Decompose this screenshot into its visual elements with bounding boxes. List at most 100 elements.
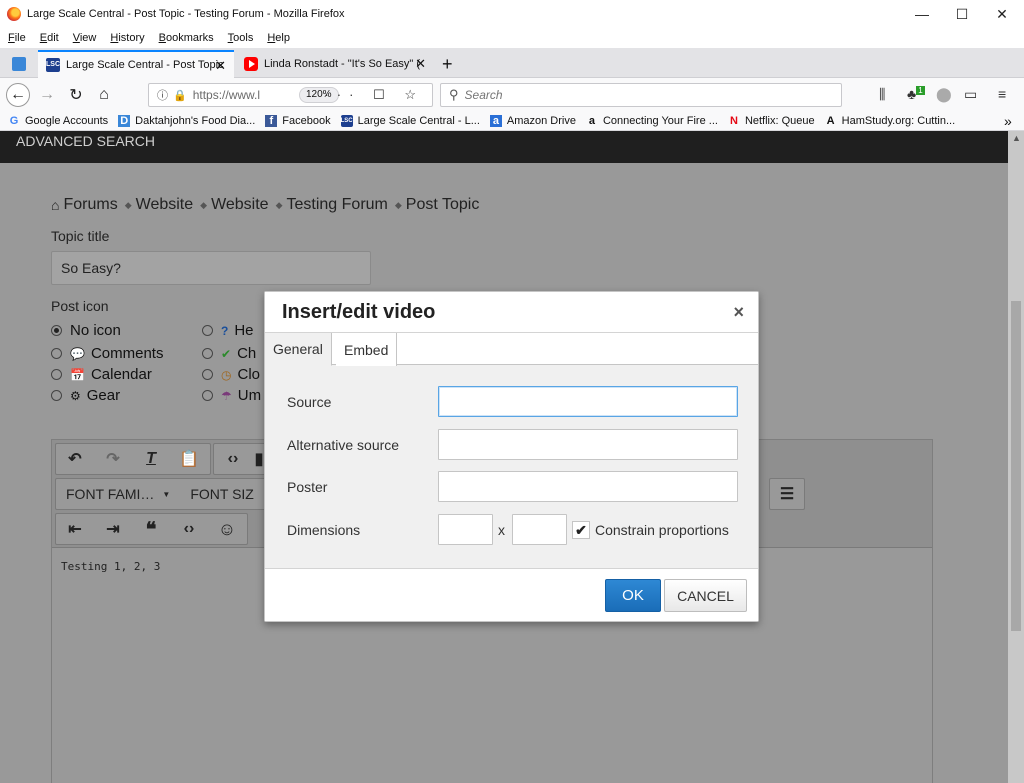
poster-input[interactable] <box>438 471 738 502</box>
menu-bookmarks[interactable]: Bookmarks <box>159 32 214 44</box>
topic-title-input[interactable]: So Easy? <box>51 251 371 285</box>
bookmark-hamstudy[interactable]: A HamStudy.org: Cuttin... <box>825 115 956 127</box>
font-size-select[interactable]: FONT SIZ <box>180 479 264 509</box>
close-tab-icon[interactable]: ✕ <box>415 56 426 72</box>
indent-icon[interactable]: ⇥ <box>94 514 132 544</box>
adblock-icon[interactable]: ⬤ <box>936 86 952 103</box>
bookmark-amazon-drive[interactable]: a Amazon Drive <box>489 115 576 127</box>
emoticon-icon[interactable]: ☺ <box>208 514 246 544</box>
menu-history[interactable]: History <box>110 32 144 44</box>
toolbar-group-history: ↶ ↷ T 📋 <box>55 443 211 475</box>
bookmarks-overflow-icon[interactable]: » <box>1004 113 1012 129</box>
forward-button[interactable]: → <box>35 83 59 107</box>
radio-check[interactable]: ✔ Ch <box>202 345 256 362</box>
radio-label: No icon <box>70 322 121 339</box>
bookmark-label: Large Scale Central - L... <box>357 115 480 127</box>
tab-linda-ronstadt[interactable]: Linda Ronstadt - "It's So Easy" ( ✕ <box>236 50 434 78</box>
home-icon[interactable]: ⌂ <box>92 83 116 107</box>
tab-embed[interactable]: Embed <box>336 333 398 366</box>
alternative-source-input[interactable] <box>438 429 738 460</box>
radio-help[interactable]: ? He <box>202 322 254 339</box>
hamburger-menu-icon[interactable]: ≡ <box>998 86 1006 102</box>
calendar-icon: 📅 <box>70 367 85 382</box>
dimensions-label: Dimensions <box>287 522 361 538</box>
clock-icon: ◷ <box>221 367 232 382</box>
paste-icon[interactable]: 📋 <box>170 444 208 474</box>
bookmark-large-scale-central[interactable]: LSC Large Scale Central - L... <box>340 115 480 127</box>
radio-dot <box>202 390 213 401</box>
menu-view[interactable]: View <box>73 32 97 44</box>
alternative-source-label: Alternative source <box>287 437 400 453</box>
source-code-icon[interactable]: ‹› <box>214 444 252 474</box>
radio-umbrella[interactable]: ☂ Um <box>202 387 261 404</box>
radio-calendar[interactable]: 📅 Calendar <box>51 366 152 383</box>
redo-icon[interactable]: ↷ <box>94 444 132 474</box>
reader-view-icon[interactable]: ▭ <box>964 86 977 103</box>
extension-badge: 1 <box>916 86 925 96</box>
new-tab-button[interactable]: + <box>436 50 466 78</box>
dimension-separator: x <box>498 522 505 538</box>
bookmark-daktahjohn[interactable]: D Daktahjohn's Food Dia... <box>118 115 255 127</box>
dialog-close-icon[interactable]: × <box>733 302 744 323</box>
breadcrumb-testing-forum[interactable]: Testing Forum <box>287 196 388 214</box>
breadcrumb-website[interactable]: Website <box>136 196 194 214</box>
close-window-button[interactable]: ✕ <box>982 0 1022 28</box>
advanced-search-link[interactable]: ADVANCED SEARCH <box>16 133 155 149</box>
maximize-button[interactable]: ☐ <box>942 0 982 28</box>
url-bar[interactable]: ⓘ 🔒 https://www.l 120% ··· ☐ ☆ <box>148 83 433 107</box>
info-icon[interactable]: ⓘ <box>157 87 168 103</box>
bookmark-netflix[interactable]: N Netflix: Queue <box>728 115 815 127</box>
extension-icon[interactable]: ♣ 1 <box>907 86 925 102</box>
constrain-proportions-checkbox[interactable]: ✔ <box>572 521 590 539</box>
font-family-select[interactable]: FONT FAMI… ▼ <box>56 479 180 509</box>
poster-label: Poster <box>287 479 328 495</box>
clear-formatting-icon[interactable]: T <box>132 444 170 474</box>
breadcrumb-website-2[interactable]: Website <box>211 196 269 214</box>
tab-large-scale-central[interactable]: LSC Large Scale Central - Post Topic ✕ <box>38 50 234 78</box>
minimize-button[interactable]: — <box>902 0 942 28</box>
undo-icon[interactable]: ↶ <box>56 444 94 474</box>
breadcrumb-separator-icon: ◆ <box>200 199 208 210</box>
pinned-tab[interactable] <box>8 50 34 78</box>
navigation-toolbar: ← → ↻ ⌂ ⓘ 🔒 https://www.l 120% ··· ☐ ☆ ⚲… <box>0 78 1024 112</box>
radio-dot <box>51 348 62 359</box>
radio-no-icon[interactable]: No icon <box>51 322 121 339</box>
menu-tools[interactable]: Tools <box>228 32 254 44</box>
reload-icon[interactable]: ↻ <box>64 83 88 107</box>
cancel-button[interactable]: CANCEL <box>664 579 747 612</box>
menu-edit[interactable]: Edit <box>40 32 59 44</box>
outdent-icon[interactable]: ⇤ <box>56 514 94 544</box>
close-tab-icon[interactable]: ✕ <box>215 58 226 74</box>
height-input[interactable] <box>512 514 567 545</box>
radio-label: Gear <box>86 387 121 404</box>
bookmark-google-accounts[interactable]: G Google Accounts <box>8 115 108 127</box>
tab-general[interactable]: General <box>265 333 332 366</box>
code-icon[interactable]: ‹› <box>170 514 208 544</box>
source-input[interactable] <box>438 386 738 417</box>
page-scrollbar[interactable]: ▲ <box>1008 131 1024 783</box>
radio-comments[interactable]: 💬 Comments <box>51 345 163 362</box>
menu-help[interactable]: Help <box>267 32 290 44</box>
tab-label: Linda Ronstadt - "It's So Easy" ( <box>264 58 421 70</box>
ok-button[interactable]: OK <box>605 579 661 612</box>
bookmark-facebook[interactable]: f Facebook <box>265 115 331 127</box>
back-button[interactable]: ← <box>6 83 30 107</box>
menu-file[interactable]: File <box>8 32 26 44</box>
search-input[interactable] <box>464 88 825 102</box>
numbered-list-icon[interactable]: ☰ <box>770 479 804 509</box>
scroll-up-icon[interactable]: ▲ <box>1012 133 1021 143</box>
blockquote-icon[interactable]: ❝ <box>132 514 170 544</box>
library-icon[interactable]: ⫼ <box>879 86 885 103</box>
radio-gear[interactable]: ⚙ Gear <box>51 387 120 404</box>
width-input[interactable] <box>438 514 493 545</box>
font-family-label: FONT FAMI… <box>66 486 155 502</box>
page-actions-icon[interactable]: ··· ☐ ☆ <box>324 87 424 103</box>
radio-clock[interactable]: ◷ Clo <box>202 366 260 383</box>
source-label: Source <box>287 394 332 410</box>
chevron-down-icon: ▼ <box>162 489 171 499</box>
search-bar[interactable]: ⚲ <box>440 83 842 107</box>
scrollbar-thumb[interactable] <box>1011 301 1021 631</box>
bookmark-connecting-fire[interactable]: a Connecting Your Fire ... <box>586 115 718 127</box>
breadcrumb-forums[interactable]: Forums <box>63 196 117 214</box>
editor-content[interactable]: Testing 1, 2, 3 <box>61 560 160 573</box>
